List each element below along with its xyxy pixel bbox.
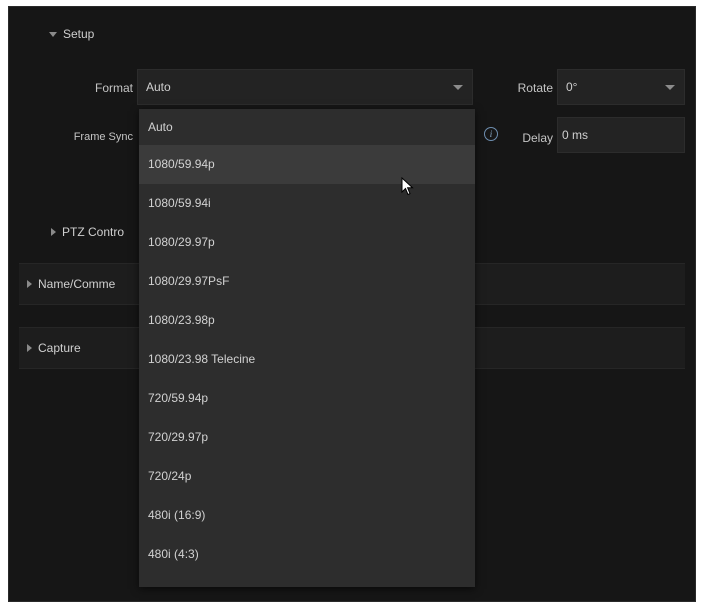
dropdown-option[interactable]: 720/59.94p (139, 379, 475, 418)
dropdown-option[interactable]: 480i (16:9) (139, 496, 475, 535)
settings-panel: Setup Format Auto Rotate 0° Frame Sync i… (8, 6, 696, 602)
dropdown-option[interactable]: 1080/29.97PsF (139, 262, 475, 301)
format-dropdown-list[interactable]: Auto 1080/59.94p 1080/59.94i 1080/29.97p… (139, 109, 475, 587)
ptz-label: PTZ Contro (62, 225, 125, 239)
rotate-label: Rotate (517, 81, 553, 95)
dropdown-option[interactable]: 1080/29.97p (139, 223, 475, 262)
expand-triangle-icon (27, 344, 32, 352)
info-icon[interactable]: i (484, 127, 498, 141)
chevron-down-icon (453, 85, 463, 90)
dropdown-option[interactable]: 720/24p (139, 457, 475, 496)
chevron-down-icon (665, 85, 675, 90)
name-comments-header: Name/Comme (27, 277, 115, 291)
mouse-cursor-icon (401, 177, 414, 196)
name-comments-label: Name/Comme (38, 277, 116, 291)
rotate-select[interactable]: 0° (557, 69, 685, 105)
dropdown-option-hovered[interactable]: 1080/59.94p (139, 145, 475, 184)
ptz-section-header[interactable]: PTZ Contro (51, 225, 124, 239)
expand-triangle-icon (51, 228, 56, 236)
expand-triangle-icon (27, 280, 32, 288)
dropdown-option[interactable]: Auto (139, 109, 475, 145)
capture-header: Capture (27, 341, 81, 355)
setup-title: Setup (63, 27, 95, 41)
format-select[interactable]: Auto (137, 69, 473, 105)
dropdown-option[interactable]: 1080/23.98p (139, 301, 475, 340)
format-select-value: Auto (146, 80, 171, 94)
frame-sync-label: Frame Sync (73, 131, 133, 143)
dropdown-option[interactable]: 1080/23.98 Telecine (139, 340, 475, 379)
collapse-triangle-icon (49, 31, 57, 37)
rotate-select-value: 0° (566, 80, 578, 94)
dropdown-option[interactable]: 480i (4:3) (139, 535, 475, 574)
delay-input-value: 0 ms (562, 128, 589, 142)
dropdown-option[interactable]: 1080/59.94i (139, 184, 475, 223)
format-label: Format (94, 81, 133, 95)
dropdown-option[interactable]: 720/29.97p (139, 418, 475, 457)
setup-section-header[interactable]: Setup (49, 27, 94, 41)
capture-label: Capture (38, 341, 81, 355)
delay-label: Delay (522, 131, 553, 145)
delay-input[interactable]: 0 ms (557, 117, 685, 153)
